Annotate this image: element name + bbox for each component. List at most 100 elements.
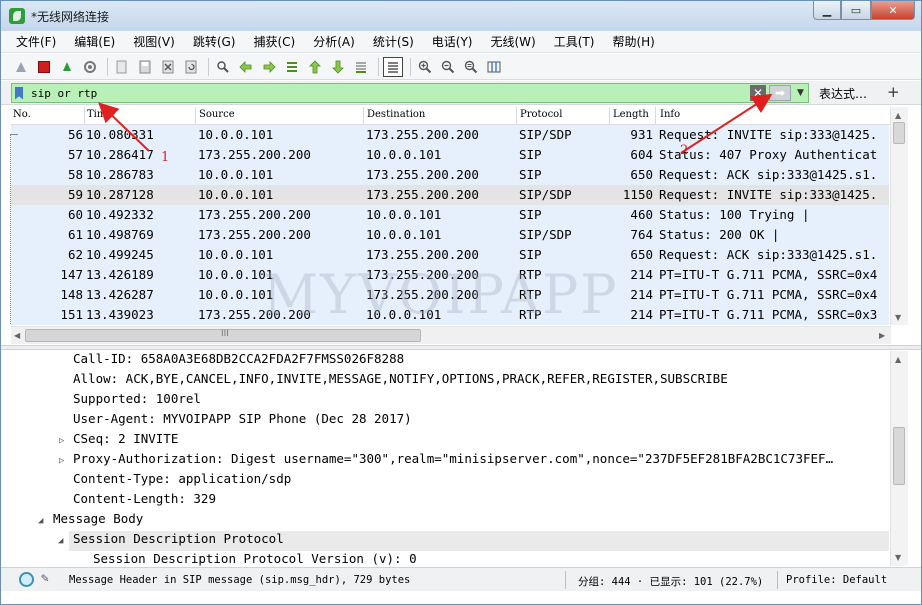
filter-bookmark-icon[interactable] (15, 86, 23, 100)
minimize-button[interactable]: ▁ (813, 1, 841, 20)
packet-row[interactable]: 56 10.080331 10.0.0.101 173.255.200.200 … (11, 125, 889, 145)
column-divider[interactable] (195, 107, 196, 125)
menu-view[interactable]: 视图(V) (124, 31, 184, 53)
recent-filters-dropdown-icon[interactable]: ▼ (797, 85, 804, 101)
packet-row[interactable]: 151 13.439023 173.255.200.200 10.0.0.101… (11, 305, 889, 325)
packet-no: 58 (67, 167, 83, 182)
display-filter-value[interactable]: sip or rtp (31, 87, 97, 100)
last-packet-icon[interactable] (328, 57, 348, 77)
autoscroll-icon[interactable] (351, 57, 371, 77)
packet-protocol: SIP/SDP (519, 187, 572, 202)
save-file-icon[interactable] (135, 57, 155, 77)
scroll-down-icon[interactable]: ▼ (895, 553, 901, 562)
column-divider[interactable] (516, 107, 517, 125)
menu-statistics[interactable]: 统计(S) (364, 31, 423, 53)
column-protocol[interactable]: Protocol (520, 109, 562, 120)
packet-row[interactable]: 61 10.498769 173.255.200.200 10.0.0.101 … (11, 225, 889, 245)
detail-line-allow[interactable]: Allow: ACK,BYE,CANCEL,INFO,INVITE,MESSAG… (73, 371, 728, 391)
column-divider[interactable] (655, 107, 656, 125)
scroll-up-icon[interactable]: ▲ (895, 111, 901, 120)
column-source[interactable]: Source (199, 109, 235, 120)
column-divider[interactable] (609, 107, 610, 125)
detail-line-content-length[interactable]: Content-Length: 329 (73, 491, 216, 511)
packet-protocol: RTP (519, 287, 542, 302)
packet-length: 460 (630, 207, 653, 222)
packet-length: 214 (630, 267, 653, 282)
packet-list: 56 10.080331 10.0.0.101 173.255.200.200 … (11, 125, 889, 325)
menu-file[interactable]: 文件(F) (7, 31, 65, 53)
pane-splitter[interactable] (1, 345, 921, 350)
detail-line-user-agent[interactable]: User-Agent: MYVOIPAPP SIP Phone (Dec 28 … (73, 411, 412, 431)
detail-line-message-body[interactable]: Message Body (53, 511, 143, 531)
scroll-up-icon[interactable]: ▲ (895, 355, 901, 364)
packet-row-selected[interactable]: 59 10.287128 10.0.0.101 173.255.200.200 … (11, 185, 889, 205)
apply-filter-icon[interactable]: ➡ (769, 85, 791, 101)
packet-row[interactable]: 60 10.492332 173.255.200.200 10.0.0.101 … (11, 205, 889, 225)
reload-file-icon[interactable] (181, 57, 201, 77)
display-filter-input[interactable]: sip or rtp ✕ ➡ ▼ (11, 83, 809, 103)
packet-list-scroll-thumb[interactable] (893, 122, 905, 144)
profile-selector[interactable]: Profile: Default (786, 574, 887, 586)
first-packet-icon[interactable] (305, 57, 325, 77)
menu-capture[interactable]: 捕获(C) (244, 31, 304, 53)
scroll-right-icon[interactable]: ▶ (879, 331, 885, 340)
go-to-packet-icon[interactable] (282, 57, 302, 77)
resize-columns-icon[interactable] (484, 57, 504, 77)
menu-tools[interactable]: 工具(T) (545, 31, 604, 53)
packet-info: Request: ACK sip:333@1425.s1. (659, 247, 878, 262)
menu-help[interactable]: 帮助(H) (603, 31, 663, 53)
menu-go[interactable]: 跳转(G) (184, 31, 245, 53)
detail-line-sdp-version[interactable]: Session Description Protocol Version (v)… (93, 551, 417, 566)
detail-line-supported[interactable]: Supported: 100rel (73, 391, 201, 411)
clear-filter-icon[interactable]: ✕ (750, 85, 766, 101)
scroll-left-icon[interactable]: ◀ (14, 331, 20, 340)
add-filter-button[interactable]: + (887, 83, 900, 101)
packet-time: 10.492332 (86, 207, 154, 222)
detail-line-call-id[interactable]: Call-ID: 658A0A3E68DB2CCA2FDA2F7FMSS026F… (73, 351, 404, 371)
menu-telephony[interactable]: 电话(Y) (423, 31, 482, 53)
detail-line-proxy-authorization[interactable]: Proxy-Authorization: Digest username="30… (73, 451, 833, 471)
expand-caret-icon[interactable]: ▷ (59, 456, 64, 466)
column-divider[interactable] (84, 107, 85, 125)
collapse-caret-icon[interactable]: ◢ (58, 536, 63, 546)
packet-row[interactable]: 58 10.286783 10.0.0.101 173.255.200.200 … (11, 165, 889, 185)
close-button[interactable]: ✕ (871, 1, 915, 20)
zoom-out-icon[interactable] (438, 57, 458, 77)
expression-button[interactable]: 表达式… (819, 85, 867, 102)
column-length[interactable]: Length (613, 109, 649, 120)
detail-line-content-type[interactable]: Content-Type: application/sdp (73, 471, 291, 491)
column-destination[interactable]: Destination (367, 109, 425, 120)
colorize-icon[interactable] (383, 56, 403, 77)
detail-line-cseq[interactable]: CSeq: 2 INVITE (73, 431, 178, 451)
menu-analyze[interactable]: 分析(A) (304, 31, 364, 53)
expert-info-icon[interactable] (19, 572, 34, 587)
shark-fin-icon[interactable] (11, 57, 31, 77)
zoom-in-icon[interactable] (415, 57, 435, 77)
packet-row[interactable]: 147 13.426189 10.0.0.101 173.255.200.200… (11, 265, 889, 285)
column-no[interactable]: No. (13, 109, 31, 120)
collapse-caret-icon[interactable]: ◢ (38, 516, 43, 526)
packet-row[interactable]: 62 10.499245 10.0.0.101 173.255.200.200 … (11, 245, 889, 265)
restart-capture-icon[interactable] (57, 57, 77, 77)
find-packet-icon[interactable] (213, 57, 233, 77)
details-scroll-thumb[interactable] (893, 427, 905, 485)
scroll-down-icon[interactable]: ▼ (895, 313, 901, 322)
stop-capture-icon[interactable] (34, 57, 54, 77)
expand-caret-icon[interactable]: ▷ (59, 436, 64, 446)
go-forward-icon[interactable] (259, 57, 279, 77)
packet-row[interactable]: 57 10.286417 173.255.200.200 10.0.0.101 … (11, 145, 889, 165)
open-file-icon[interactable] (112, 57, 132, 77)
menu-edit[interactable]: 编辑(E) (65, 31, 124, 53)
column-divider[interactable] (363, 107, 364, 125)
detail-line-sdp[interactable]: Session Description Protocol (69, 531, 889, 551)
zoom-normal-icon[interactable] (461, 57, 481, 77)
packet-row[interactable]: 148 13.426287 10.0.0.101 173.255.200.200… (11, 285, 889, 305)
capture-options-icon[interactable] (80, 57, 100, 77)
maximize-button[interactable]: ▭ (841, 1, 871, 20)
menu-wireless[interactable]: 无线(W) (482, 31, 545, 53)
go-back-icon[interactable] (236, 57, 256, 77)
close-file-icon[interactable] (158, 57, 178, 77)
column-time[interactable]: Time (87, 109, 112, 120)
edit-comment-icon[interactable]: ✎ (41, 571, 49, 586)
column-info[interactable]: Info (660, 109, 680, 120)
